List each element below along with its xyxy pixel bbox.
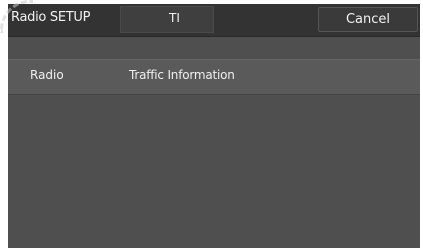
cancel-button[interactable]: Cancel bbox=[318, 7, 418, 32]
setting-row-traffic-information[interactable]: Radio Traffic Information bbox=[8, 59, 420, 95]
tab-ti[interactable]: TI bbox=[120, 6, 214, 33]
page-title: Radio SETUP bbox=[11, 10, 91, 25]
setting-value: Traffic Information bbox=[129, 68, 235, 82]
tab-ti-label: TI bbox=[169, 11, 180, 25]
radio-setup-screen: Radio SETUP TI Cancel Radio Traffic Info… bbox=[8, 4, 420, 248]
header-bar: Radio SETUP TI Cancel bbox=[8, 4, 420, 37]
setting-label: Radio bbox=[30, 68, 64, 82]
